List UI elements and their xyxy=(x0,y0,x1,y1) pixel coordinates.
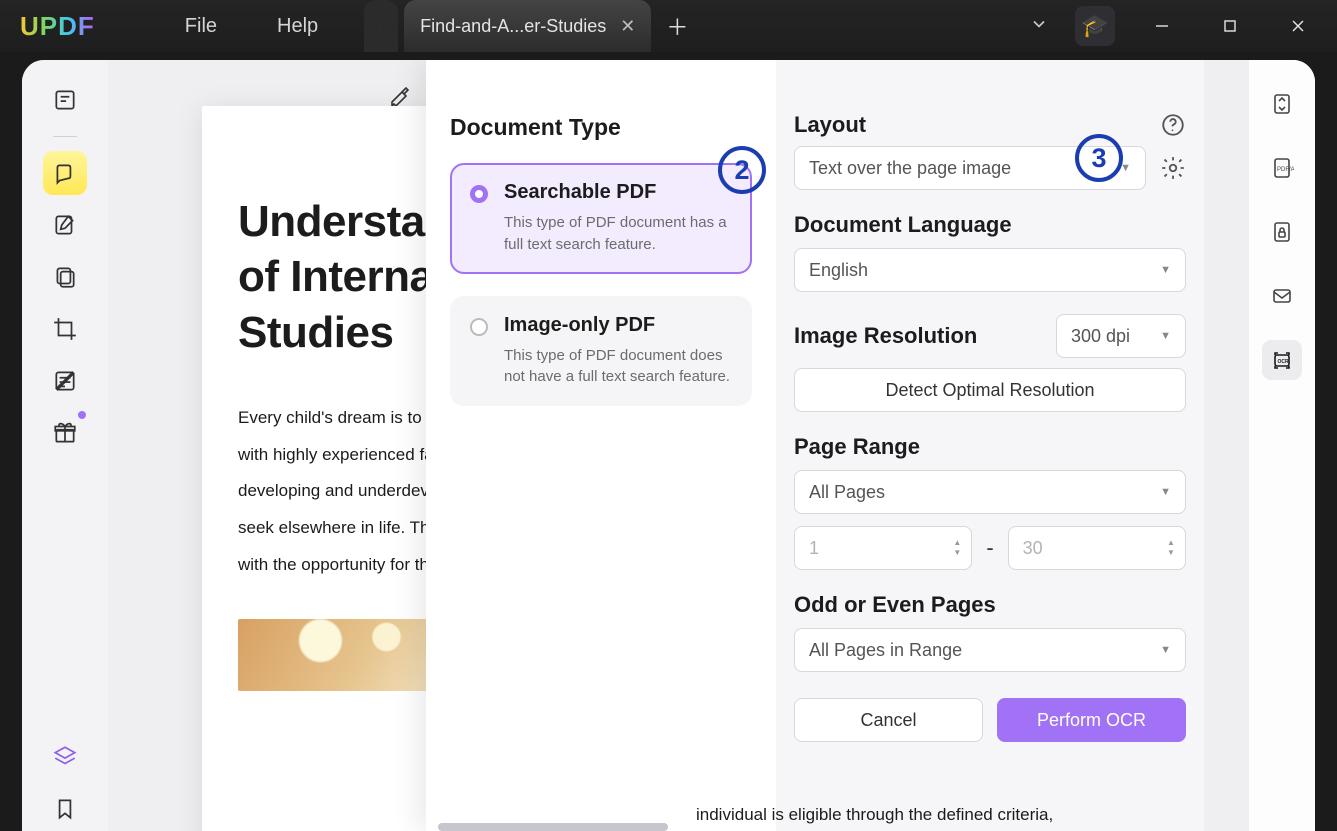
chevron-down-icon: ▼ xyxy=(1160,486,1171,498)
rsidebar-convert-button[interactable] xyxy=(1262,84,1302,124)
page-from-input[interactable]: 1 xyxy=(794,526,972,570)
rsidebar-pdfa-button[interactable]: PDF/A xyxy=(1262,148,1302,188)
option-image-only-pdf[interactable]: Image-only PDF This type of PDF document… xyxy=(450,296,752,407)
app-logo: UPDF xyxy=(20,11,95,42)
rsidebar-email-button[interactable] xyxy=(1262,276,1302,316)
window-maximize-button[interactable] xyxy=(1209,6,1251,46)
annotation-bubble-2: 2 xyxy=(718,146,766,194)
sidebar-edit-button[interactable] xyxy=(43,203,87,247)
tab-history-button[interactable] xyxy=(364,0,398,52)
sidebar-redact-button[interactable] xyxy=(43,359,87,403)
option-searchable-pdf-label: Searchable PDF xyxy=(504,181,734,204)
annotation-bubble-3: 3 xyxy=(1075,134,1123,182)
radio-selected-icon xyxy=(470,185,488,203)
close-tab-icon[interactable]: ✕ xyxy=(620,16,635,37)
page-from-stepper[interactable]: ▲▼ xyxy=(948,532,966,564)
document-type-title: Document Type xyxy=(450,114,752,141)
page-overflow-text: individual is eligible through the defin… xyxy=(696,805,1053,825)
tabs-overflow-button[interactable] xyxy=(1029,14,1049,39)
account-avatar[interactable]: 🎓 xyxy=(1075,6,1115,46)
rsidebar-protect-button[interactable] xyxy=(1262,212,1302,252)
window-close-button[interactable] xyxy=(1277,6,1319,46)
plus-icon: ＋ xyxy=(666,10,688,42)
resolution-select-value: 300 dpi xyxy=(1071,326,1130,347)
tab-bar: Find-and-A...er-Studies ✕ ＋ xyxy=(364,0,703,52)
cancel-button[interactable]: Cancel xyxy=(794,698,983,742)
chevron-down-icon: ▼ xyxy=(1160,644,1171,656)
sidebar-organize-button[interactable] xyxy=(43,255,87,299)
page-to-stepper[interactable]: ▲▼ xyxy=(1162,532,1180,564)
oddeven-select-value: All Pages in Range xyxy=(809,640,962,661)
language-label: Document Language xyxy=(794,212,1186,238)
new-tab-button[interactable]: ＋ xyxy=(657,0,697,52)
oddeven-label: Odd or Even Pages xyxy=(794,592,1186,618)
svg-text:PDF/A: PDF/A xyxy=(1277,167,1294,173)
window-minimize-button[interactable] xyxy=(1141,6,1183,46)
option-searchable-pdf-desc: This type of PDF document has a full tex… xyxy=(504,212,734,256)
svg-text:OCR: OCR xyxy=(1278,359,1290,365)
option-searchable-pdf[interactable]: Searchable PDF This type of PDF document… xyxy=(450,163,752,274)
ocr-settings-panel: Layout Text over the page image ▼ Documen… xyxy=(776,60,1204,831)
divider xyxy=(53,136,77,137)
menu-help[interactable]: Help xyxy=(277,15,318,38)
layout-label: Layout xyxy=(794,112,866,138)
page-to-input[interactable]: 30 xyxy=(1008,526,1186,570)
option-image-only-pdf-desc: This type of PDF document does not have … xyxy=(504,345,734,389)
right-sidebar: PDF/A OCR xyxy=(1249,60,1315,831)
sidebar-layers-button[interactable] xyxy=(43,735,87,779)
range-dash: - xyxy=(986,535,993,561)
left-sidebar xyxy=(22,60,108,831)
pagerange-select[interactable]: All Pages ▼ xyxy=(794,470,1186,514)
resolution-select[interactable]: 300 dpi ▼ xyxy=(1056,314,1186,358)
main-area: Understanding the Need of International … xyxy=(108,60,1315,831)
document-tab-label: Find-and-A...er-Studies xyxy=(420,16,606,37)
chevron-down-icon: ▼ xyxy=(1160,330,1171,342)
sidebar-reader-button[interactable] xyxy=(43,78,87,122)
menu-file[interactable]: File xyxy=(185,15,217,38)
language-select-value: English xyxy=(809,260,868,281)
detect-resolution-button[interactable]: Detect Optimal Resolution xyxy=(794,368,1186,412)
chevron-down-icon: ▼ xyxy=(1160,264,1171,276)
pagerange-label: Page Range xyxy=(794,434,1186,460)
option-image-only-pdf-label: Image-only PDF xyxy=(504,314,734,337)
help-icon[interactable] xyxy=(1160,112,1186,138)
horizontal-scrollbar[interactable] xyxy=(438,823,668,831)
language-select[interactable]: English ▼ xyxy=(794,248,1186,292)
sidebar-crop-button[interactable] xyxy=(43,307,87,351)
sidebar-bookmark-button[interactable] xyxy=(43,787,87,831)
resolution-label: Image Resolution xyxy=(794,323,977,349)
layout-select-value: Text over the page image xyxy=(809,158,1011,179)
radio-unselected-icon xyxy=(470,318,488,336)
rsidebar-ocr-button[interactable]: OCR xyxy=(1262,340,1302,380)
sidebar-gift-button[interactable] xyxy=(43,411,87,455)
title-bar: UPDF File Help Find-and-A...er-Studies ✕… xyxy=(0,0,1337,52)
oddeven-select[interactable]: All Pages in Range ▼ xyxy=(794,628,1186,672)
sidebar-comment-button[interactable] xyxy=(43,151,87,195)
perform-ocr-button[interactable]: Perform OCR xyxy=(997,698,1186,742)
document-tab[interactable]: Find-and-A...er-Studies ✕ xyxy=(404,0,651,52)
layout-settings-icon[interactable] xyxy=(1160,155,1186,181)
pagerange-select-value: All Pages xyxy=(809,482,885,503)
